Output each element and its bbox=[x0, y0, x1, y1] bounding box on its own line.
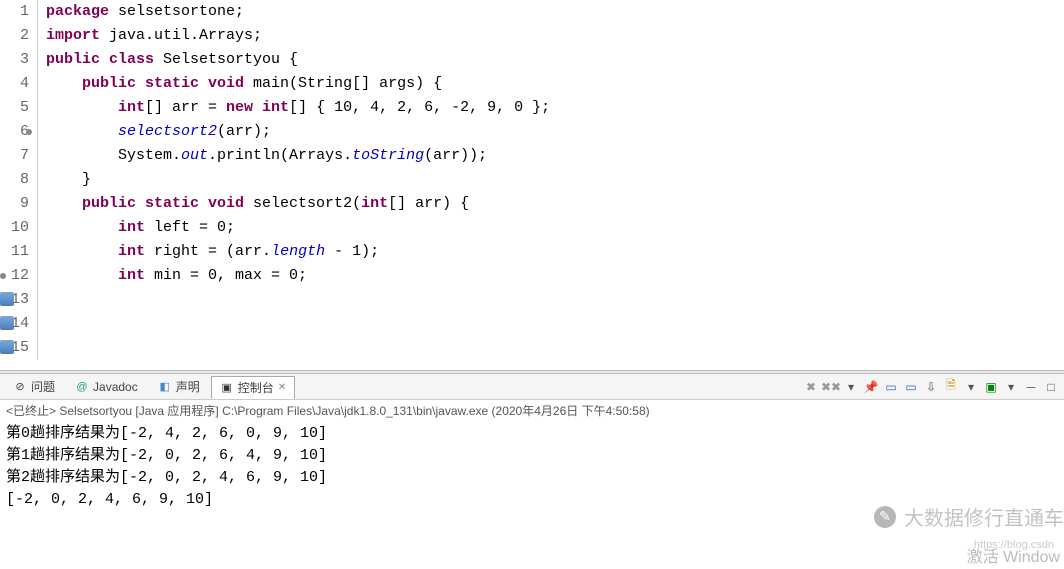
bottom-tabs-row: ⊘ 问题 @ Javadoc ◧ 声明 ▣ 控制台 ✕ ✖ ✖✖ ▾ 📌 ▭ ▭… bbox=[0, 374, 1064, 400]
display-icon[interactable]: ▭ bbox=[882, 378, 900, 396]
open-console-icon[interactable]: ▣ bbox=[982, 378, 1000, 396]
line-number: 1 bbox=[0, 0, 29, 24]
line-number: 2 bbox=[0, 24, 29, 48]
dropdown3-icon[interactable]: ▾ bbox=[1002, 378, 1020, 396]
dropdown2-icon[interactable]: ▾ bbox=[962, 378, 980, 396]
line-number: 3 bbox=[0, 48, 29, 72]
close-icon[interactable]: ✕ bbox=[278, 382, 286, 393]
code-line[interactable]: public class Selsetsortyou { bbox=[46, 48, 550, 72]
tab-label: 问题 bbox=[31, 378, 55, 395]
code-line[interactable]: selectsort2(arr); bbox=[46, 120, 550, 144]
line-number: 12 bbox=[0, 264, 29, 288]
activate-windows: 激活 Window bbox=[967, 543, 1060, 567]
tab-declaration[interactable]: ◧ 声明 bbox=[149, 375, 209, 398]
code-area[interactable]: 123456789101112131415 package selsetsort… bbox=[0, 0, 1064, 360]
line-number: 10 bbox=[0, 216, 29, 240]
code-line[interactable]: } bbox=[46, 168, 550, 192]
console-status: <已终止> Selsetsortyou [Java 应用程序] C:\Progr… bbox=[0, 400, 1064, 421]
code-line[interactable]: System.out.println(Arrays.toString(arr))… bbox=[46, 144, 550, 168]
javadoc-icon: @ bbox=[75, 380, 89, 394]
console-output[interactable]: 第0趟排序结果为[-2, 4, 2, 6, 0, 9, 10]第1趟排序结果为[… bbox=[0, 421, 1064, 513]
code-line[interactable]: import java.util.Arrays; bbox=[46, 24, 550, 48]
line-number: 5 bbox=[0, 96, 29, 120]
code-line[interactable]: int min = 0, max = 0; bbox=[46, 264, 550, 288]
line-number: 11 bbox=[0, 240, 29, 264]
line-number: 9 bbox=[0, 192, 29, 216]
console-icon: ▣ bbox=[220, 381, 234, 395]
code-line[interactable]: public static void selectsort2(int[] arr… bbox=[46, 192, 550, 216]
scroll-lock-icon[interactable]: ⇩ bbox=[922, 378, 940, 396]
remove-launch-icon[interactable]: ✖ bbox=[802, 378, 820, 396]
tab-javadoc[interactable]: @ Javadoc bbox=[66, 377, 147, 397]
editor-pane: 123456789101112131415 package selsetsort… bbox=[0, 0, 1064, 370]
line-number: 8 bbox=[0, 168, 29, 192]
line-number: 15 bbox=[0, 336, 29, 360]
code-line[interactable]: package selsetsortone; bbox=[46, 0, 550, 24]
console-line: 第2趟排序结果为[-2, 0, 2, 4, 6, 9, 10] bbox=[6, 467, 1058, 489]
tab-label: 控制台 bbox=[238, 379, 274, 396]
line-number-gutter: 123456789101112131415 bbox=[0, 0, 38, 360]
line-number: 7 bbox=[0, 144, 29, 168]
line-number: 4 bbox=[0, 72, 29, 96]
console-toolbar: ✖ ✖✖ ▾ 📌 ▭ ▭ ⇩ 🗎 ▾ ▣ ▾ ─ □ bbox=[802, 378, 1060, 396]
clear-icon[interactable]: 🗎 bbox=[942, 378, 960, 396]
bottom-pane: ⊘ 问题 @ Javadoc ◧ 声明 ▣ 控制台 ✕ ✖ ✖✖ ▾ 📌 ▭ ▭… bbox=[0, 374, 1064, 513]
console-line: 第1趟排序结果为[-2, 0, 2, 6, 4, 9, 10] bbox=[6, 445, 1058, 467]
code-line[interactable]: int left = 0; bbox=[46, 216, 550, 240]
maximize-icon[interactable]: □ bbox=[1042, 378, 1060, 396]
line-number: 14 bbox=[0, 312, 29, 336]
tab-label: Javadoc bbox=[93, 380, 138, 394]
display-alt-icon[interactable]: ▭ bbox=[902, 378, 920, 396]
console-line: 第0趟排序结果为[-2, 4, 2, 6, 0, 9, 10] bbox=[6, 423, 1058, 445]
tab-console[interactable]: ▣ 控制台 ✕ bbox=[211, 376, 295, 399]
pin-icon[interactable]: 📌 bbox=[862, 378, 880, 396]
line-number: 13 bbox=[0, 288, 29, 312]
declaration-icon: ◧ bbox=[158, 380, 172, 394]
remove-all-icon[interactable]: ✖✖ bbox=[822, 378, 840, 396]
source-code[interactable]: package selsetsortone;import java.util.A… bbox=[38, 0, 550, 360]
minimize-icon[interactable]: ─ bbox=[1022, 378, 1040, 396]
console-line: [-2, 0, 2, 4, 6, 9, 10] bbox=[6, 489, 1058, 511]
code-line[interactable]: int[] arr = new int[] { 10, 4, 2, 6, -2,… bbox=[46, 96, 550, 120]
code-line[interactable]: public static void main(String[] args) { bbox=[46, 72, 550, 96]
tab-label: 声明 bbox=[176, 378, 200, 395]
tab-problems[interactable]: ⊘ 问题 bbox=[4, 375, 64, 398]
code-line[interactable]: int right = (arr.length - 1); bbox=[46, 240, 550, 264]
line-number: 6 bbox=[0, 120, 29, 144]
problems-icon: ⊘ bbox=[13, 380, 27, 394]
dropdown-icon[interactable]: ▾ bbox=[842, 378, 860, 396]
